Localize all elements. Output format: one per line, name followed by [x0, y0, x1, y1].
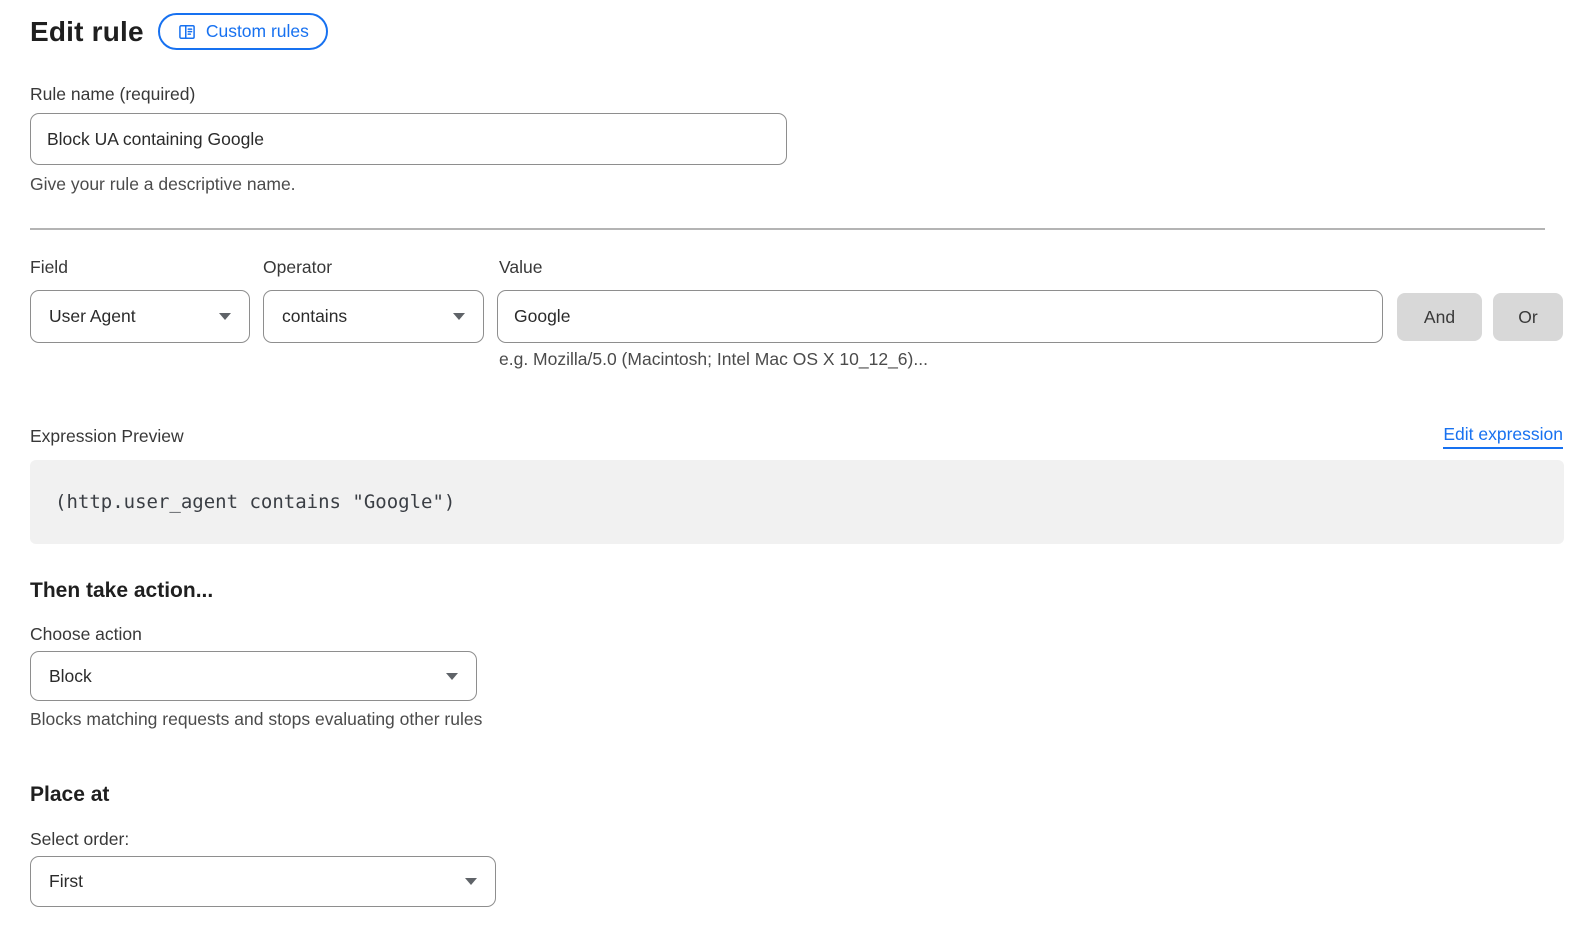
expression-preview-label: Expression Preview [30, 426, 184, 447]
page-title: Edit rule [30, 16, 144, 48]
rule-name-label: Rule name (required) [30, 84, 195, 105]
rule-name-input[interactable] [30, 113, 787, 165]
book-icon [177, 22, 197, 42]
operator-label: Operator [263, 257, 332, 278]
or-button[interactable]: Or [1493, 293, 1563, 341]
action-select[interactable]: Block [30, 651, 477, 701]
expression-code: (http.user_agent contains "Google") [55, 491, 455, 513]
value-label: Value [499, 257, 542, 278]
expression-preview-box: (http.user_agent contains "Google") [30, 460, 1564, 544]
section-divider [30, 228, 1545, 230]
custom-rules-button[interactable]: Custom rules [158, 13, 328, 50]
order-select[interactable]: First [30, 856, 496, 907]
field-label: Field [30, 257, 68, 278]
choose-action-label: Choose action [30, 624, 142, 645]
operator-select-value: contains [282, 306, 347, 327]
custom-rules-button-label: Custom rules [206, 21, 309, 42]
action-select-value: Block [49, 666, 92, 687]
value-helper: e.g. Mozilla/5.0 (Macintosh; Intel Mac O… [499, 349, 928, 370]
chevron-down-icon [453, 313, 465, 320]
order-select-value: First [49, 871, 83, 892]
rule-name-helper: Give your rule a descriptive name. [30, 174, 296, 195]
action-helper: Blocks matching requests and stops evalu… [30, 709, 482, 730]
select-order-label: Select order: [30, 829, 129, 850]
and-button[interactable]: And [1397, 293, 1482, 341]
edit-rule-page: Edit rule Custom rules Rule name (requir… [0, 0, 1587, 952]
place-at-heading: Place at [30, 783, 109, 807]
edit-expression-link[interactable]: Edit expression [1443, 424, 1563, 449]
page-header: Edit rule Custom rules [30, 13, 328, 50]
chevron-down-icon [446, 673, 458, 680]
field-select[interactable]: User Agent [30, 290, 250, 343]
action-heading: Then take action... [30, 579, 213, 603]
operator-select[interactable]: contains [263, 290, 484, 343]
chevron-down-icon [219, 313, 231, 320]
value-input[interactable] [497, 290, 1383, 343]
chevron-down-icon [465, 878, 477, 885]
field-select-value: User Agent [49, 306, 136, 327]
